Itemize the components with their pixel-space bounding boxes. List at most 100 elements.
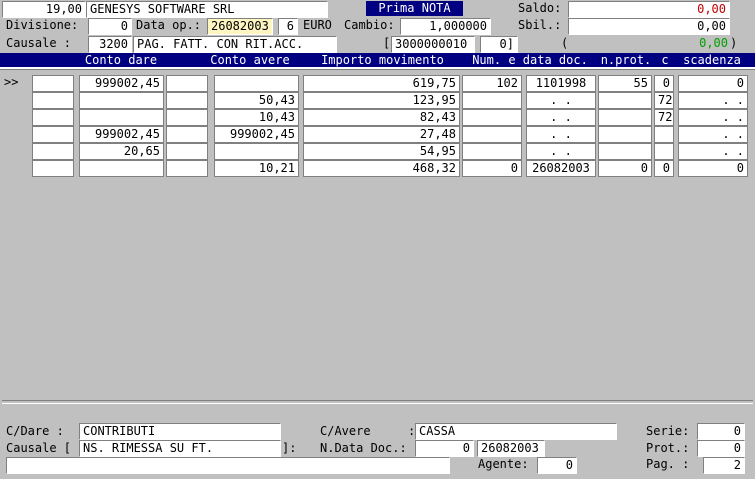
- cavere-label: C/Avere: [320, 424, 371, 438]
- cell-prot[interactable]: 55: [598, 75, 652, 92]
- divisione-label: Divisione:: [6, 18, 79, 32]
- cell-c[interactable]: 0: [654, 160, 674, 177]
- data-op-extra-field[interactable]: 6: [278, 18, 298, 35]
- cell-data[interactable]: . .: [526, 92, 596, 109]
- cell-scad[interactable]: . .: [678, 126, 748, 143]
- causale-label: Causale :: [6, 36, 72, 50]
- data-op-field[interactable]: 26082003: [207, 18, 273, 35]
- ref-extra-field[interactable]: 0]: [480, 36, 518, 53]
- col-conto-dare[interactable]: Conto dare: [78, 53, 164, 67]
- cell-data[interactable]: . .: [526, 126, 596, 143]
- col-c[interactable]: c: [656, 53, 674, 67]
- cell-blank[interactable]: [166, 160, 208, 177]
- cell-scad[interactable]: . .: [678, 92, 748, 109]
- causale-desc-field[interactable]: PAG. FATT. CON RIT.ACC.: [133, 36, 337, 53]
- cell-num[interactable]: [462, 92, 522, 109]
- cell-c[interactable]: 72: [654, 92, 674, 109]
- cell-c[interactable]: 0: [654, 75, 674, 92]
- row-marker: [4, 160, 32, 177]
- cell-blank[interactable]: [32, 160, 74, 177]
- cell-c[interactable]: [654, 126, 674, 143]
- cell-importo[interactable]: 82,43: [303, 109, 460, 126]
- cell-scad[interactable]: 0: [678, 75, 748, 92]
- cell-num[interactable]: 0: [462, 160, 522, 177]
- cell-prot[interactable]: [598, 126, 652, 143]
- footer-causale-field[interactable]: NS. RIMESSA SU FT.: [79, 440, 281, 457]
- cdare-field[interactable]: CONTRIBUTI: [79, 423, 281, 440]
- cell-avere[interactable]: [214, 143, 299, 160]
- cell-dare[interactable]: [79, 92, 164, 109]
- ref-field[interactable]: 3000000010: [391, 36, 475, 53]
- cell-scad[interactable]: . .: [678, 143, 748, 160]
- cell-data[interactable]: . .: [526, 143, 596, 160]
- cell-data[interactable]: . .: [526, 109, 596, 126]
- cell-importo[interactable]: 619,75: [303, 75, 460, 92]
- cell-num[interactable]: [462, 143, 522, 160]
- cell-avere[interactable]: 50,43: [214, 92, 299, 109]
- cell-avere[interactable]: 10,21: [214, 160, 299, 177]
- cavere-field[interactable]: CASSA: [415, 423, 617, 440]
- ndata-date-field[interactable]: 26082003: [477, 440, 545, 457]
- footer-note-field[interactable]: [6, 457, 450, 474]
- code-field[interactable]: 19,00: [2, 1, 86, 18]
- table-row[interactable]: 10,21 468,32 0 26082003 0 0 0: [0, 160, 755, 177]
- cell-scad[interactable]: . .: [678, 109, 748, 126]
- cell-prot[interactable]: [598, 109, 652, 126]
- cell-avere[interactable]: 10,43: [214, 109, 299, 126]
- agente-field[interactable]: 0: [537, 457, 577, 474]
- cell-importo[interactable]: 54,95: [303, 143, 460, 160]
- table-row[interactable]: 999002,45 999002,45 27,48. .. .: [0, 126, 755, 143]
- causale-code-field[interactable]: 3200: [88, 36, 132, 53]
- cell-prot[interactable]: 0: [598, 160, 652, 177]
- cell-avere[interactable]: [214, 75, 299, 92]
- cell-blank[interactable]: [166, 143, 208, 160]
- col-num-data[interactable]: Num. e data doc.: [462, 53, 598, 67]
- cell-num[interactable]: 102: [462, 75, 522, 92]
- cell-blank[interactable]: [166, 92, 208, 109]
- cell-num[interactable]: [462, 109, 522, 126]
- cell-blank[interactable]: [166, 75, 208, 92]
- cell-num[interactable]: [462, 126, 522, 143]
- col-nprot[interactable]: n.prot.: [598, 53, 654, 67]
- cell-prot[interactable]: [598, 92, 652, 109]
- pag-label: Pag. :: [646, 457, 690, 471]
- cell-dare[interactable]: [79, 160, 164, 177]
- cell-dare[interactable]: 999002,45: [79, 75, 164, 92]
- cell-c[interactable]: 72: [654, 109, 674, 126]
- serie-field[interactable]: 0: [697, 423, 745, 440]
- table-row[interactable]: >> 999002,45 619,75 102 1101998 55 0 0: [0, 75, 755, 92]
- cell-blank[interactable]: [166, 109, 208, 126]
- cell-data[interactable]: 26082003: [526, 160, 596, 177]
- cell-blank[interactable]: [166, 126, 208, 143]
- cell-blank[interactable]: [32, 109, 74, 126]
- cell-importo[interactable]: 468,32: [303, 160, 460, 177]
- cell-blank[interactable]: [32, 143, 74, 160]
- ndata-num-field[interactable]: 0: [415, 440, 474, 457]
- col-scadenza[interactable]: scadenza: [676, 53, 748, 67]
- footer-causale-close: ]:: [282, 441, 297, 455]
- prot-field[interactable]: 0: [697, 440, 745, 457]
- cell-dare[interactable]: [79, 109, 164, 126]
- cell-c[interactable]: [654, 143, 674, 160]
- col-importo[interactable]: Importo movimento: [305, 53, 460, 67]
- cell-dare[interactable]: 20,65: [79, 143, 164, 160]
- divisione-field[interactable]: 0: [88, 18, 132, 35]
- table-row[interactable]: 20,65 54,95 . . . .: [0, 143, 755, 160]
- cell-scad[interactable]: 0: [678, 160, 748, 177]
- row-marker: >>: [4, 75, 19, 89]
- cell-avere[interactable]: 999002,45: [214, 126, 299, 143]
- cell-dare[interactable]: 999002,45: [79, 126, 164, 143]
- table-row[interactable]: 50,43 123,95. . 72. .: [0, 92, 755, 109]
- cambio-field[interactable]: 1,000000: [400, 18, 491, 35]
- col-conto-avere[interactable]: Conto avere: [200, 53, 300, 67]
- cell-blank[interactable]: [32, 126, 74, 143]
- cell-blank[interactable]: [32, 75, 74, 92]
- company-field[interactable]: GENESYS SOFTWARE SRL: [86, 1, 328, 18]
- cell-importo[interactable]: 123,95: [303, 92, 460, 109]
- cell-data[interactable]: 1101998: [526, 75, 596, 92]
- table-row[interactable]: 10,43 82,43. . 72. .: [0, 109, 755, 126]
- cell-blank[interactable]: [32, 92, 74, 109]
- cell-prot[interactable]: [598, 143, 652, 160]
- pag-field[interactable]: 2: [703, 457, 745, 474]
- cell-importo[interactable]: 27,48: [303, 126, 460, 143]
